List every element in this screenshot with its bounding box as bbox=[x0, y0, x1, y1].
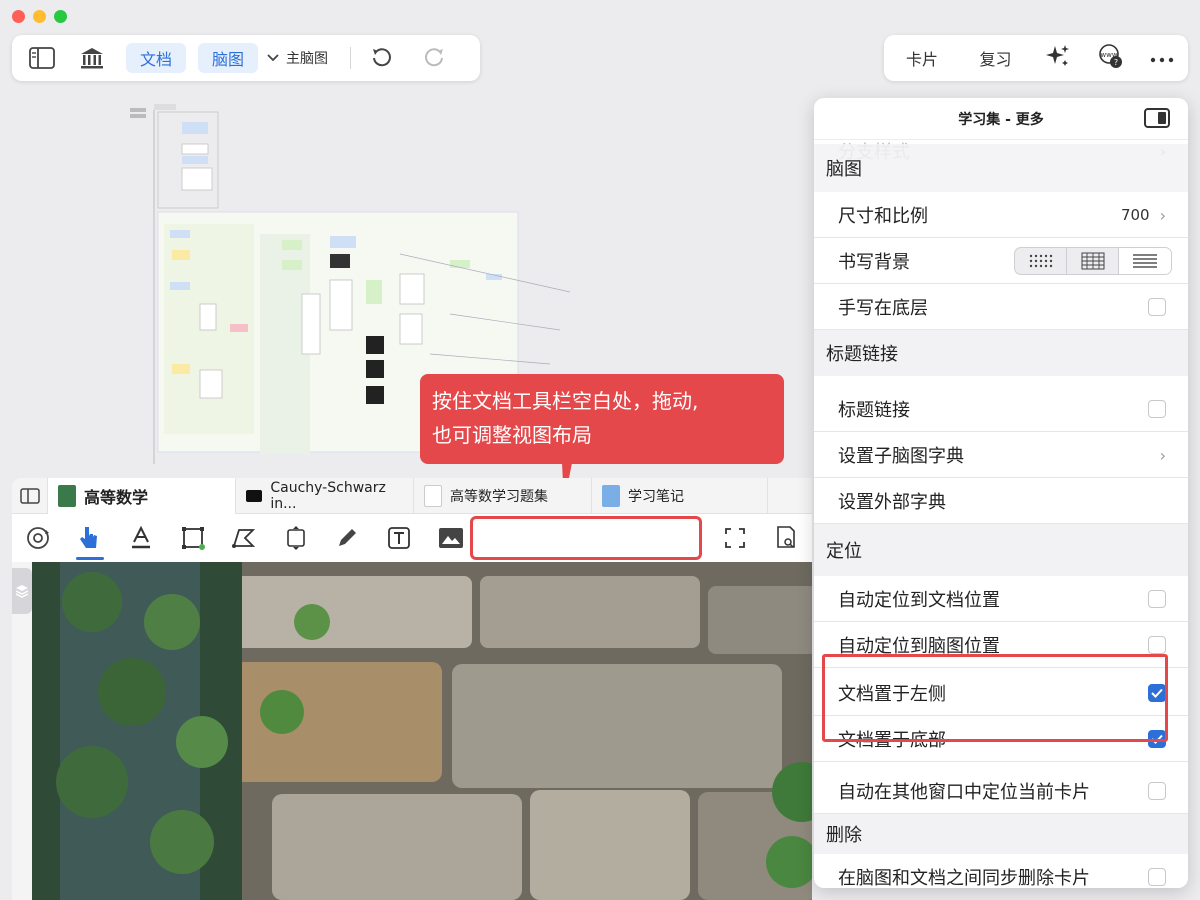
hand-pointer-icon[interactable] bbox=[64, 514, 116, 562]
mindmap-mode-button[interactable]: 脑图 bbox=[198, 43, 259, 73]
rotate-settings-icon[interactable] bbox=[12, 514, 64, 562]
doc-tab-label: 高等数学 bbox=[84, 488, 149, 507]
writing-bg-segmented bbox=[1014, 247, 1172, 275]
lasso-icon[interactable] bbox=[218, 514, 270, 562]
chevron-down-icon bbox=[267, 54, 279, 62]
more-icon[interactable] bbox=[1150, 49, 1174, 68]
toolbar-divider bbox=[350, 47, 352, 69]
size-ratio-value: 700 bbox=[1120, 206, 1150, 224]
right-toolbar: 卡片 复习 www? bbox=[884, 35, 1188, 81]
size-ratio-label: 尺寸和比例 bbox=[838, 205, 928, 227]
section-delete: 删除 bbox=[814, 814, 1188, 854]
sidebar-icon[interactable] bbox=[26, 42, 58, 74]
doc-tab-label: 学习笔记 bbox=[628, 489, 684, 505]
card-button[interactable]: 卡片 bbox=[898, 46, 946, 70]
title-link-label: 标题链接 bbox=[838, 399, 910, 421]
image-icon[interactable] bbox=[425, 514, 477, 562]
writing-bg-row: 书写背景 bbox=[814, 238, 1188, 284]
doc-mode-button[interactable]: 文档 bbox=[126, 43, 187, 73]
title-link-checkbox[interactable] bbox=[1148, 400, 1166, 418]
handwrite-bottom-label: 手写在底层 bbox=[838, 297, 928, 319]
auto-doc-checkbox[interactable] bbox=[1148, 590, 1166, 608]
ext-dict-row[interactable]: 设置外部字典 bbox=[814, 478, 1188, 524]
doc-tab-4[interactable]: 学习笔记 bbox=[592, 478, 768, 514]
tip-callout: 按住文档工具栏空白处，拖动, 也可调整视图布局 bbox=[420, 374, 784, 464]
main-map-label: 主脑图 bbox=[286, 51, 329, 67]
close-window-button[interactable] bbox=[12, 10, 25, 23]
more-settings-panel: 学习集 - 更多 分支样式 › 脑图 尺寸和比例 700› 书写背景 手写在底层 bbox=[814, 98, 1188, 888]
panel-dock-toggle-icon[interactable] bbox=[1144, 108, 1170, 128]
zoom-window-button[interactable] bbox=[54, 10, 67, 23]
search-doc-icon[interactable] bbox=[760, 514, 812, 562]
fullscreen-icon[interactable] bbox=[709, 514, 761, 562]
sync-delete-row[interactable]: 在脑图和文档之间同步删除卡片 bbox=[814, 854, 1188, 888]
section-title-link: 标题链接 bbox=[814, 330, 1188, 376]
select-rect-icon[interactable] bbox=[167, 514, 219, 562]
doc-tab-3[interactable]: 高等数学习题集 bbox=[414, 478, 592, 514]
svg-text:?: ? bbox=[1114, 58, 1118, 67]
book-cover-image bbox=[32, 562, 812, 900]
book-cover-icon bbox=[58, 485, 76, 507]
doc-tab-1[interactable]: 高等数学 bbox=[48, 478, 236, 514]
writing-bg-label: 书写背景 bbox=[838, 251, 910, 273]
undo-icon[interactable] bbox=[365, 42, 397, 74]
doc-thumb-icon bbox=[246, 490, 263, 502]
pen-icon[interactable] bbox=[322, 514, 374, 562]
doc-position-highlight bbox=[822, 654, 1168, 742]
dots-grid-icon[interactable] bbox=[1015, 248, 1067, 274]
chevron-right-icon: › bbox=[1159, 445, 1166, 465]
www-help-icon[interactable]: www? bbox=[1096, 42, 1124, 74]
doc-sidebar-toggle[interactable] bbox=[12, 478, 48, 514]
lined-paper-icon[interactable] bbox=[1119, 248, 1171, 274]
section-locate: 定位 bbox=[814, 524, 1188, 576]
main-toolbar: 文档 脑图 主脑图 bbox=[12, 35, 480, 81]
size-ratio-row[interactable]: 尺寸和比例 700 › bbox=[814, 192, 1188, 238]
sparkle-icon[interactable] bbox=[1045, 43, 1071, 73]
doc-tab-label: 高等数学习题集 bbox=[450, 489, 548, 505]
sync-delete-checkbox[interactable] bbox=[1148, 868, 1166, 886]
review-button[interactable]: 复习 bbox=[972, 46, 1020, 70]
auto-map-checkbox[interactable] bbox=[1148, 636, 1166, 654]
minimize-window-button[interactable] bbox=[33, 10, 46, 23]
callout-line-2: 也可调整视图布局 bbox=[432, 423, 592, 447]
title-link-row[interactable]: 标题链接 bbox=[814, 386, 1188, 432]
resize-icon[interactable] bbox=[270, 514, 322, 562]
sync-delete-label: 在脑图和文档之间同步删除卡片 bbox=[838, 868, 1090, 888]
drag-area-highlight bbox=[470, 516, 702, 560]
auto-doc-label: 自动定位到文档位置 bbox=[838, 589, 1000, 611]
section-mindmap: 脑图 bbox=[814, 144, 1188, 192]
callout-line-1: 按住文档工具栏空白处，拖动, bbox=[432, 389, 699, 413]
window-controls bbox=[12, 10, 67, 23]
doc-tab-bar: 高等数学 Cauchy-Schwarz in... 高等数学习题集 学习笔记 bbox=[12, 478, 812, 514]
auto-doc-row[interactable]: 自动定位到文档位置 bbox=[814, 576, 1188, 622]
redo-icon[interactable] bbox=[419, 42, 451, 74]
square-grid-icon[interactable] bbox=[1067, 248, 1119, 274]
auto-other-label: 自动在其他窗口中定位当前卡片 bbox=[838, 781, 1090, 803]
panel-title: 学习集 - 更多 bbox=[958, 111, 1044, 128]
auto-other-row[interactable]: 自动在其他窗口中定位当前卡片 bbox=[814, 768, 1188, 814]
doc-tab-label: Cauchy-Schwarz in... bbox=[270, 480, 386, 512]
ext-dict-label: 设置外部字典 bbox=[838, 491, 946, 513]
library-icon[interactable] bbox=[76, 42, 108, 74]
note-doc-icon bbox=[602, 485, 620, 507]
auto-other-checkbox[interactable] bbox=[1148, 782, 1166, 800]
document-pane: 高等数学 Cauchy-Schwarz in... 高等数学习题集 学习笔记 bbox=[12, 478, 812, 900]
sub-dict-label: 设置子脑图字典 bbox=[838, 445, 964, 467]
handwrite-bottom-row[interactable]: 手写在底层 bbox=[814, 284, 1188, 330]
chevron-right-icon: › bbox=[1159, 205, 1166, 225]
textbox-icon[interactable] bbox=[373, 514, 425, 562]
panel-body: 分支样式 › 脑图 尺寸和比例 700› 书写背景 手写在底层 标题链接 标题链… bbox=[814, 140, 1188, 888]
handwrite-bottom-checkbox[interactable] bbox=[1148, 298, 1166, 316]
doc-tab-2[interactable]: Cauchy-Schwarz in... bbox=[236, 478, 414, 514]
layers-icon[interactable] bbox=[12, 568, 32, 614]
sub-dict-row[interactable]: 设置子脑图字典 › bbox=[814, 432, 1188, 478]
main-map-selector[interactable]: 主脑图 bbox=[266, 48, 328, 68]
doc-thumb-icon bbox=[424, 485, 442, 507]
sidebar-icon bbox=[19, 488, 40, 504]
text-underline-icon[interactable] bbox=[115, 514, 167, 562]
